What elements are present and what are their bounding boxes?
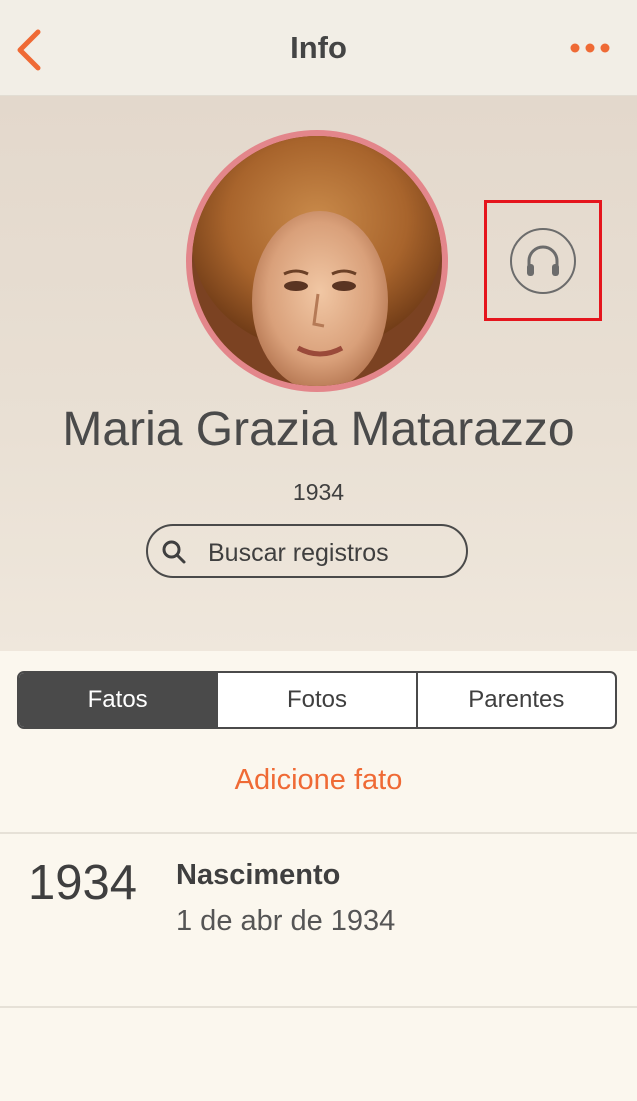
fact-year: 1934 bbox=[28, 856, 138, 910]
tab-bar: Fatos Fotos Parentes bbox=[17, 671, 617, 729]
person-years: 1934 bbox=[292, 479, 345, 505]
search-records-button[interactable]: Buscar registros bbox=[146, 524, 468, 578]
list-item[interactable]: 1934 Nascimento 1 de abr de 1934 bbox=[0, 835, 637, 1007]
fact-date: 1 de abr de 1934 bbox=[176, 905, 396, 937]
search-icon bbox=[162, 540, 186, 564]
divider bbox=[0, 1006, 637, 1008]
profile-header: Maria Grazia Matarazzo 1934 Buscar regis… bbox=[0, 96, 637, 651]
portrait-photo bbox=[192, 136, 442, 386]
tab-parentes[interactable]: Parentes bbox=[415, 673, 615, 727]
navigation-bar: Info bbox=[0, 0, 637, 96]
divider bbox=[0, 832, 637, 834]
avatar[interactable] bbox=[186, 130, 448, 392]
fact-title: Nascimento bbox=[176, 859, 341, 891]
more-horizontal-icon bbox=[570, 43, 610, 53]
more-options-button[interactable] bbox=[565, 30, 615, 66]
audio-button[interactable] bbox=[510, 228, 576, 294]
audio-button-highlight bbox=[484, 200, 602, 321]
page-title: Info bbox=[290, 30, 347, 65]
search-records-label: Buscar registros bbox=[208, 539, 389, 567]
person-name: Maria Grazia Matarazzo bbox=[62, 403, 575, 456]
add-fact-button[interactable]: Adicione fato bbox=[0, 764, 637, 797]
tab-fotos[interactable]: Fotos bbox=[216, 673, 415, 727]
headphones-icon bbox=[527, 245, 559, 276]
tab-fatos[interactable]: Fatos bbox=[19, 673, 217, 727]
